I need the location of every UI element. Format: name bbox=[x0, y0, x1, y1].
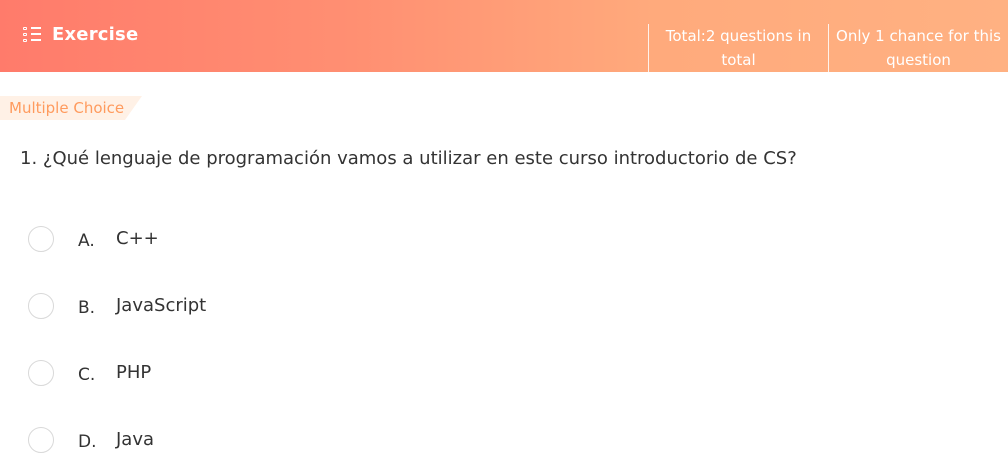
total-questions-info: Total:2 questions in total bbox=[648, 24, 828, 72]
radio-button-a[interactable] bbox=[28, 226, 54, 252]
header-title: Exercise bbox=[22, 24, 138, 45]
option-letter: D. bbox=[78, 432, 97, 452]
option-letter: B. bbox=[78, 298, 96, 318]
total-line-2: total bbox=[721, 51, 756, 69]
question-type-label: Multiple Choice bbox=[9, 99, 125, 117]
page-title: Exercise bbox=[52, 24, 139, 45]
chance-line-1: Only 1 chance for this bbox=[836, 27, 1001, 45]
option-letter: A. bbox=[78, 231, 95, 251]
question-text: 1. ¿Qué lenguaje de programación vamos a… bbox=[20, 148, 797, 169]
option-b[interactable]: B. JavaScript bbox=[28, 291, 206, 321]
radio-button-b[interactable] bbox=[28, 293, 54, 319]
option-c[interactable]: C. PHP bbox=[28, 358, 151, 388]
option-text: C++ bbox=[116, 228, 159, 249]
option-a[interactable]: A. C++ bbox=[28, 224, 159, 254]
chance-info: Only 1 chance for this question bbox=[828, 24, 1008, 72]
total-line-1: Total:2 questions in bbox=[665, 27, 812, 45]
option-text: JavaScript bbox=[116, 295, 207, 316]
exercise-header: Exercise Total:2 questions in total Only… bbox=[0, 0, 1008, 72]
radio-button-c[interactable] bbox=[28, 360, 54, 386]
option-letter: C. bbox=[78, 365, 96, 385]
radio-button-d[interactable] bbox=[28, 427, 54, 453]
list-icon bbox=[22, 25, 42, 45]
option-text: Java bbox=[116, 429, 155, 450]
chance-line-2: question bbox=[886, 51, 951, 69]
option-text: PHP bbox=[116, 362, 152, 383]
option-d[interactable]: D. Java bbox=[28, 425, 154, 455]
